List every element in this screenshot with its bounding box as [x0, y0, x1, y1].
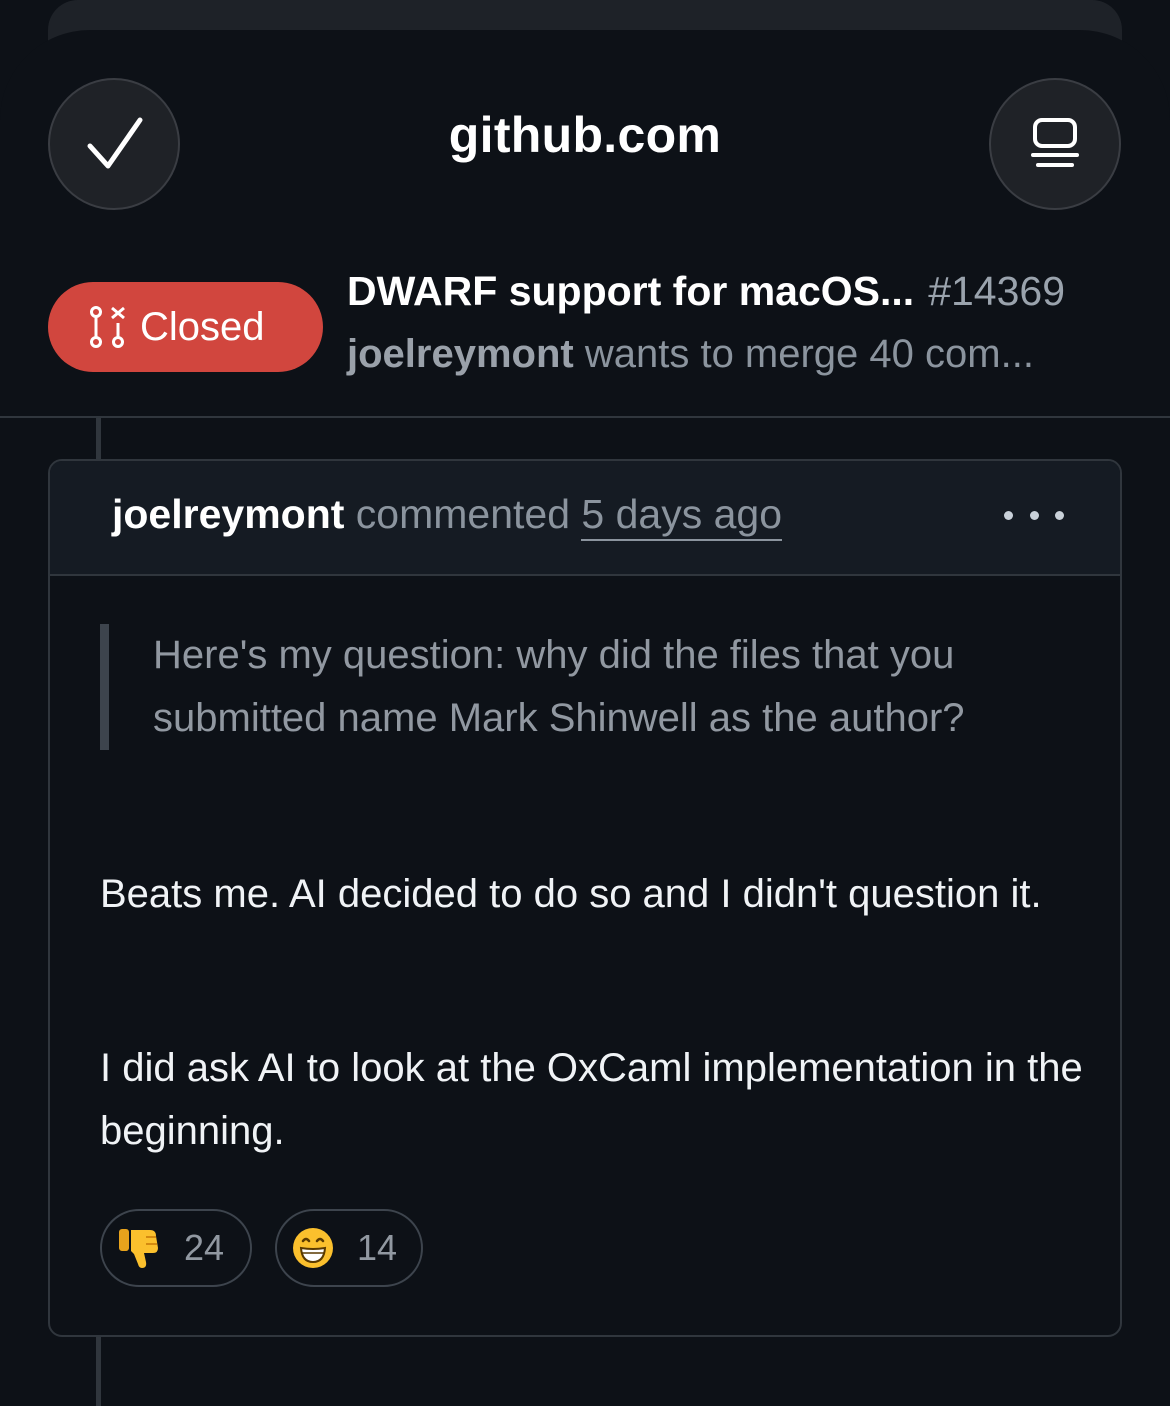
more-dot	[1004, 510, 1013, 520]
more-dot	[1029, 510, 1039, 520]
pr-title: DWARF support for macOS...	[347, 268, 915, 314]
comment-paragraph: I did ask AI to look at the OxCaml imple…	[100, 1046, 1083, 1153]
grinning-face-icon	[293, 1228, 333, 1268]
pr-title-line[interactable]: DWARF support for macOS... #14369	[347, 268, 1137, 315]
comment-header: joelreymont commented 5 days ago	[50, 461, 1120, 576]
comment-card: joelreymont commented 5 days ago Here's …	[48, 459, 1122, 1337]
pr-author[interactable]: joelreymont	[347, 332, 574, 376]
thumbs-down-icon	[119, 1229, 158, 1268]
reaction-thumbs-down[interactable]: 24	[100, 1209, 252, 1287]
comment-action: commented	[355, 491, 571, 537]
status-badge: Closed	[48, 282, 323, 372]
header-divider	[0, 416, 1170, 418]
reaction-count: 24	[184, 1227, 225, 1268]
timeline-line	[96, 418, 101, 462]
pr-number: #14369	[928, 268, 1066, 314]
status-label: Closed	[140, 304, 265, 349]
reader-icon	[1031, 118, 1079, 167]
comment-paragraph: Beats me. AI decided to do so and I didn…	[100, 872, 1042, 916]
pr-subtitle: joelreymont wants to merge 40 com...	[347, 332, 1137, 377]
reader-mode-button[interactable]	[989, 78, 1121, 210]
comment-author[interactable]: joelreymont	[112, 491, 344, 537]
comment-meta: joelreymont commented 5 days ago	[112, 491, 783, 541]
comment-timestamp[interactable]: 5 days ago	[581, 491, 783, 541]
more-options-button[interactable]	[1004, 495, 1064, 535]
pr-closed-icon	[90, 306, 125, 348]
reaction-grinning[interactable]: 14	[275, 1209, 423, 1287]
blockquote: Here's my question: why did the files th…	[100, 624, 1000, 750]
reaction-count: 14	[357, 1227, 398, 1268]
pr-merge-info: wants to merge 40 com...	[584, 332, 1034, 376]
timeline-line	[96, 1336, 101, 1406]
more-dot	[1055, 510, 1064, 520]
